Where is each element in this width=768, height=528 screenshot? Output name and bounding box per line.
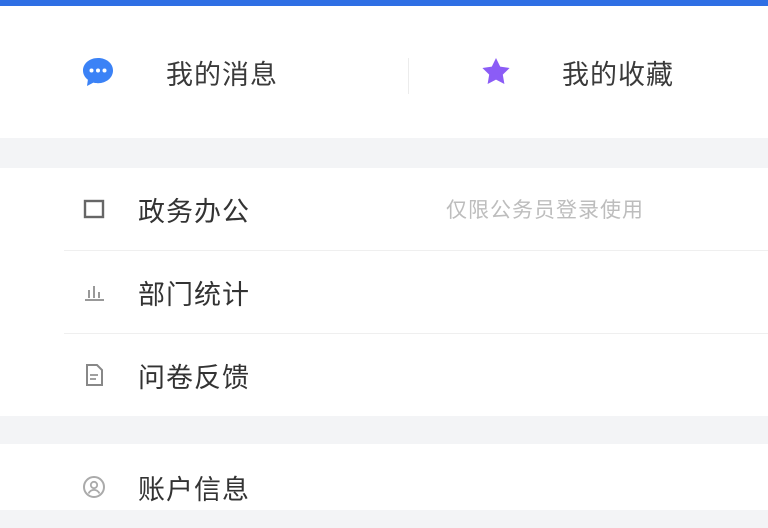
menu-item-dept-stats[interactable]: 部门统计 [0, 251, 768, 333]
menu-item-label: 账户信息 [138, 474, 250, 506]
document-icon [78, 359, 110, 391]
my-messages-button[interactable]: 我的消息 [80, 6, 278, 138]
menu-item-label: 部门统计 [138, 279, 250, 311]
quick-actions-divider [408, 58, 409, 94]
menu-item-label: 政务办公 [138, 196, 250, 228]
menu-item-note: 仅限公务员登录使用 [446, 198, 644, 222]
square-icon [78, 193, 110, 225]
chat-bubble-icon [80, 54, 116, 90]
menu-group-account: 账户信息 [0, 444, 768, 510]
star-icon [478, 54, 514, 90]
my-messages-label: 我的消息 [166, 59, 278, 91]
my-favorites-label: 我的收藏 [562, 59, 674, 91]
bar-chart-icon [78, 276, 110, 308]
my-favorites-button[interactable]: 我的收藏 [478, 6, 674, 138]
menu-group-primary: 政务办公 仅限公务员登录使用 部门统计 问卷反馈 [0, 168, 768, 416]
account-circle-icon [78, 471, 110, 503]
menu-item-survey-feedback[interactable]: 问卷反馈 [0, 334, 768, 416]
menu-item-gov-office[interactable]: 政务办公 仅限公务员登录使用 [0, 168, 768, 250]
quick-actions-panel: 我的消息 我的收藏 [0, 6, 768, 138]
menu-item-label: 问卷反馈 [138, 362, 250, 394]
menu-item-account-info[interactable]: 账户信息 [0, 446, 768, 528]
